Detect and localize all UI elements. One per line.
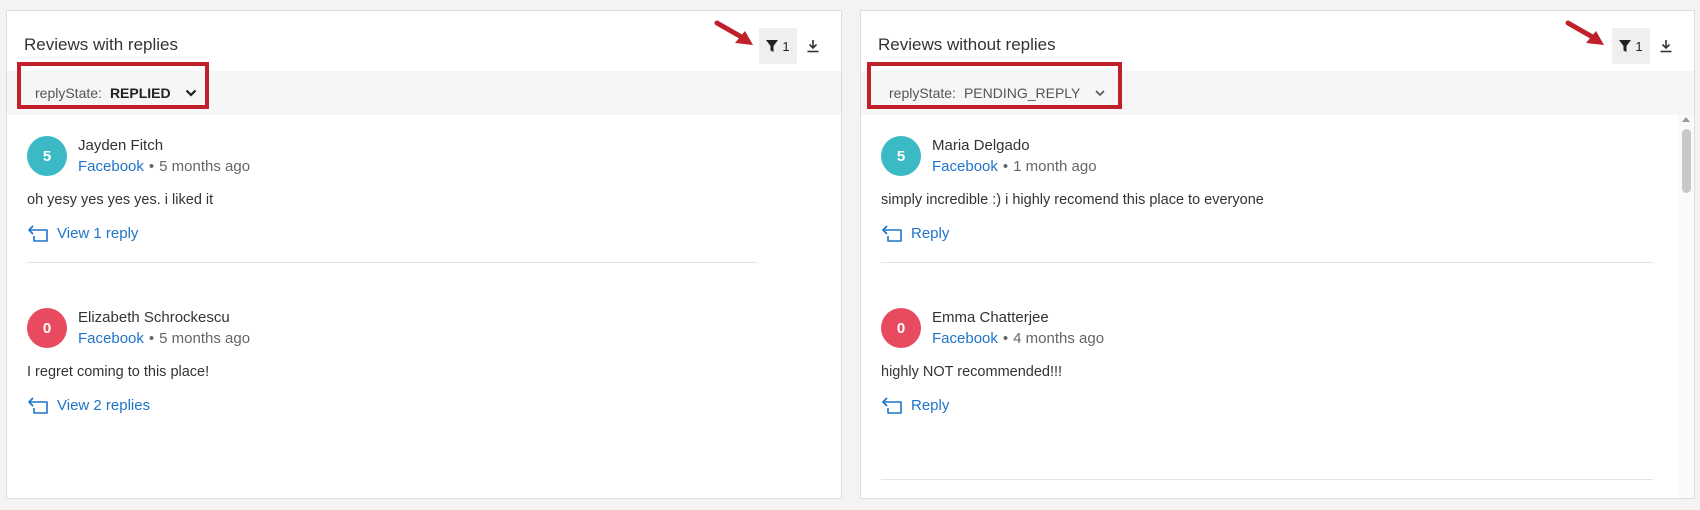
filter-bar: replyState: REPLIED <box>7 71 841 115</box>
view-replies-label: View 1 reply <box>57 224 139 242</box>
review-meta: Facebook • 5 months ago <box>78 158 250 175</box>
download-icon <box>807 40 819 53</box>
reply-state-filter-chip[interactable]: replyState: PENDING_REPLY <box>879 78 1106 108</box>
filter-icon <box>1619 39 1632 52</box>
filter-icon <box>766 39 779 52</box>
download-button[interactable] <box>1654 34 1678 58</box>
reviewer-name: Jayden Fitch <box>78 137 164 154</box>
filter-chip-key: replyState: <box>35 85 102 101</box>
scrollbar-thumb[interactable] <box>1682 129 1691 193</box>
review-text: highly NOT recommended!!! <box>881 364 1063 380</box>
meta-separator: • <box>148 158 155 175</box>
reply-state-filter-chip[interactable]: replyState: REPLIED <box>25 78 197 108</box>
meta-separator: • <box>148 330 155 347</box>
review-divider <box>881 262 1653 263</box>
review-text: oh yesy yes yes yes. i liked it <box>27 192 214 208</box>
review-time: 4 months ago <box>1013 330 1105 347</box>
download-icon <box>1660 40 1672 53</box>
review-time: 1 month ago <box>1013 158 1097 175</box>
filter-chip-value: PENDING_REPLY <box>963 85 1081 101</box>
review-divider <box>27 262 757 263</box>
filter-count: 1 <box>1635 38 1643 54</box>
reply-link[interactable]: Reply <box>881 395 949 415</box>
view-replies-link[interactable]: View 1 reply <box>27 223 138 243</box>
view-replies-label: View 2 replies <box>57 396 151 414</box>
rating-avatar: 0 <box>27 308 67 348</box>
source-link[interactable]: Facebook <box>932 158 998 175</box>
rating-avatar: 0 <box>881 308 921 348</box>
source-link[interactable]: Facebook <box>78 158 144 175</box>
scrollbar[interactable] <box>1678 115 1694 498</box>
annotation-arrow-icon <box>1565 20 1604 45</box>
reviews-with-replies-panel: Reviews with replies 1 replyState: REPLI… <box>6 10 842 499</box>
panel-title: Reviews with replies <box>24 35 178 54</box>
review-time: 5 months ago <box>159 330 251 347</box>
reviews-without-replies-panel: Reviews without replies 1 replyState: PE… <box>860 10 1695 499</box>
review-text: I regret coming to this place! <box>27 364 210 380</box>
reply-label: Reply <box>911 396 950 414</box>
rating-avatar: 5 <box>27 136 67 176</box>
reviewer-name: Emma Chatterjee <box>932 309 1049 326</box>
panel-title: Reviews without replies <box>878 35 1056 54</box>
scroll-up-icon[interactable] <box>1682 117 1690 122</box>
reply-icon <box>882 397 902 414</box>
meta-separator: • <box>1002 158 1009 175</box>
filter-bar: replyState: PENDING_REPLY <box>861 71 1694 115</box>
review-text: simply incredible :) i highly recomend t… <box>881 192 1264 208</box>
chevron-down-icon <box>1094 89 1106 97</box>
reviewer-name: Maria Delgado <box>932 137 1030 154</box>
reply-icon <box>882 225 902 242</box>
filter-button[interactable]: 1 <box>1612 28 1650 64</box>
rating-avatar: 5 <box>881 136 921 176</box>
source-link[interactable]: Facebook <box>78 330 144 347</box>
review-time: 5 months ago <box>159 158 251 175</box>
download-button[interactable] <box>801 34 825 58</box>
filter-chip-value: REPLIED <box>109 85 171 101</box>
meta-separator: • <box>1002 330 1009 347</box>
reply-link[interactable]: Reply <box>881 223 949 243</box>
reviewer-name: Elizabeth Schrockescu <box>78 309 230 326</box>
reply-icon <box>28 397 48 414</box>
review-meta: Facebook • 1 month ago <box>932 158 1097 175</box>
view-replies-link[interactable]: View 2 replies <box>27 395 150 415</box>
reply-icon <box>28 225 48 242</box>
review-meta: Facebook • 5 months ago <box>78 330 250 347</box>
chevron-down-icon <box>185 89 197 97</box>
annotation-arrow-icon <box>714 20 753 45</box>
source-link[interactable]: Facebook <box>932 330 998 347</box>
filter-chip-key: replyState: <box>889 85 956 101</box>
review-divider <box>881 479 1653 480</box>
review-meta: Facebook • 4 months ago <box>932 330 1104 347</box>
filter-button[interactable]: 1 <box>759 28 797 64</box>
reply-label: Reply <box>911 224 950 242</box>
filter-count: 1 <box>782 38 790 54</box>
